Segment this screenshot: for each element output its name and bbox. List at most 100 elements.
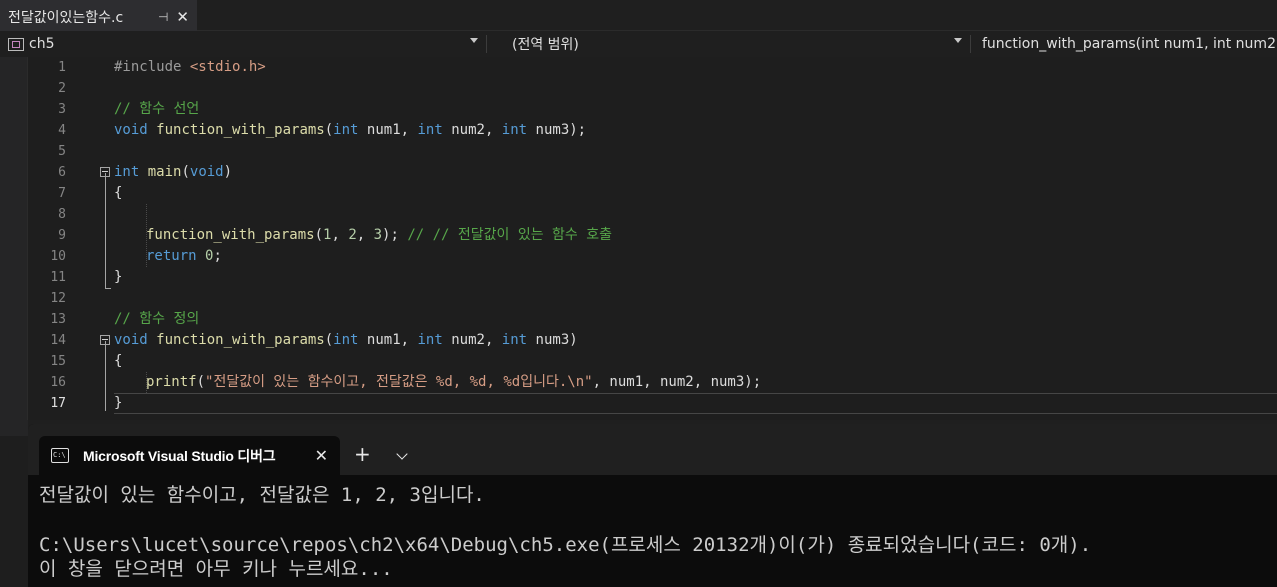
punct: )	[223, 164, 233, 180]
line-number: 10	[50, 249, 66, 264]
new-tab-icon[interactable]: +	[354, 442, 371, 466]
punct: ,	[484, 122, 502, 138]
code-line[interactable]: 6 int main(void)	[28, 162, 1277, 183]
scope-dropdown[interactable]: (전역 범위)	[488, 33, 968, 55]
line-number: 2	[58, 81, 66, 96]
punct: ,	[356, 227, 374, 243]
code-editor[interactable]: 1 #include <stdio.h> 2 3 // 함수 선언 4 void…	[0, 57, 1277, 420]
param: num3	[535, 122, 570, 138]
code-line-current[interactable]: 17 }	[28, 393, 1277, 414]
preprocessor-directive: #include	[114, 59, 182, 75]
code-line[interactable]: 16 printf("전달값이 있는 함수이고, 전달값은 %d, %d, %d…	[28, 372, 1277, 393]
indicator-margin	[0, 57, 28, 420]
close-icon[interactable]: ✕	[176, 8, 189, 26]
code-line[interactable]: 2	[28, 78, 1277, 99]
fold-guide	[105, 341, 106, 411]
navigation-bar: ch5 (전역 범위) function_with_params(int num…	[0, 31, 1277, 57]
code-line[interactable]: 12	[28, 288, 1277, 309]
punct: ,	[400, 122, 418, 138]
include-header: <stdio.h>	[189, 59, 266, 75]
punct: ,	[484, 332, 502, 348]
line-number: 8	[58, 207, 66, 222]
member-dropdown[interactable]: function_with_params(int num1, int num2,…	[972, 33, 1277, 55]
fold-guide	[105, 173, 106, 289]
code-line[interactable]: 3 // 함수 선언	[28, 99, 1277, 120]
keyword: int	[417, 332, 443, 348]
indent-guide	[146, 204, 147, 267]
code-line[interactable]: 11 }	[28, 267, 1277, 288]
code-line[interactable]: 5	[28, 141, 1277, 162]
terminal-titlebar[interactable]: C:\ Microsoft Visual Studio 디버그 ✕ +	[28, 424, 1277, 475]
chevron-down-icon[interactable]	[470, 38, 478, 43]
line-number: 13	[50, 312, 66, 327]
close-icon[interactable]: ✕	[315, 446, 328, 466]
terminal-tab-title: Microsoft Visual Studio 디버그	[83, 447, 276, 464]
arguments: , num1, num2, num3);	[592, 374, 762, 390]
code-line[interactable]: 4 void function_with_params(int num1, in…	[28, 120, 1277, 141]
document-tab[interactable]: 전달값이있는함수.c ⊣ ✕	[0, 0, 197, 31]
project-name: ch5	[29, 36, 55, 52]
number: 2	[348, 227, 357, 243]
code-text[interactable]: printf("전달값이 있는 함수이고, 전달값은 %d, %d, %d입니다…	[146, 372, 761, 393]
line-number: 5	[58, 144, 66, 159]
param: num1	[366, 122, 401, 138]
punct: ;	[213, 248, 222, 264]
punct: (	[314, 227, 324, 243]
code-text[interactable]: int main(void)	[114, 162, 232, 183]
keyword: int	[333, 122, 359, 138]
code-line[interactable]: 8	[28, 204, 1277, 225]
line-number: 11	[50, 270, 66, 285]
param: num3	[535, 332, 570, 348]
code-line[interactable]: 9 function_with_params(1, 2, 3); // // 전…	[28, 225, 1277, 246]
output-line: 이 창을 닫으려면 아무 키나 누르세요...	[39, 558, 393, 580]
function-name: main	[147, 164, 182, 180]
document-tab-name[interactable]: 전달값이있는함수.c	[8, 7, 158, 27]
string-literal: "전달값이 있는 함수이고, 전달값은 %d, %d, %d입니다.\n"	[205, 374, 593, 390]
terminal-tab[interactable]: C:\ Microsoft Visual Studio 디버그 ✕	[39, 436, 340, 475]
keyword: void	[114, 332, 148, 348]
keyword: void	[189, 164, 224, 180]
keyword: return	[146, 248, 197, 264]
punct: (	[324, 122, 334, 138]
code-line[interactable]: 10 return 0;	[28, 246, 1277, 267]
terminal-output[interactable]: 전달값이 있는 함수이고, 전달값은 1, 2, 3입니다. C:\Users\…	[28, 475, 1277, 587]
pin-icon[interactable]: ⊣	[158, 10, 168, 24]
code-text[interactable]: void function_with_params(int num1, int …	[114, 120, 586, 141]
line-number: 12	[50, 291, 66, 306]
code-text[interactable]: function_with_params(1, 2, 3); // // 전달값…	[146, 225, 612, 246]
line-number: 14	[50, 333, 66, 348]
nav-divider	[486, 35, 487, 53]
code-line[interactable]: 14 void function_with_params(int num1, i…	[28, 330, 1277, 351]
project-dropdown[interactable]: ch5	[4, 33, 484, 55]
fold-guide-end	[105, 288, 111, 289]
code-line[interactable]: 13 // 함수 정의	[28, 309, 1277, 330]
line-number: 3	[58, 102, 66, 117]
punct: (	[324, 332, 334, 348]
line-number: 9	[58, 228, 66, 243]
comment: // 함수 정의	[114, 311, 200, 327]
chevron-down-icon[interactable]	[396, 448, 408, 460]
code-line[interactable]: 15 {	[28, 351, 1277, 372]
punct: );	[382, 227, 408, 243]
punct: (	[181, 164, 190, 180]
output-line: C:\Users\lucet\source\repos\ch2\x64\Debu…	[39, 534, 1092, 556]
code-text[interactable]: return 0;	[146, 246, 222, 267]
keyword: int	[114, 164, 140, 180]
current-line-highlight	[114, 393, 1277, 414]
code-line[interactable]: 1 #include <stdio.h>	[28, 57, 1277, 78]
code-text[interactable]: void function_with_params(int num1, int …	[114, 330, 578, 351]
console-icon: C:\	[51, 448, 69, 463]
punct: ,	[400, 332, 418, 348]
line-number: 15	[50, 354, 66, 369]
debug-console-window[interactable]: C:\ Microsoft Visual Studio 디버그 ✕ + 전달값이…	[28, 424, 1277, 587]
brace: }	[114, 395, 123, 411]
nav-divider	[970, 35, 971, 53]
number: 3	[373, 227, 383, 243]
code-line[interactable]: 7 {	[28, 183, 1277, 204]
chevron-down-icon[interactable]	[954, 38, 962, 43]
punct: );	[569, 122, 587, 138]
line-number: 16	[50, 375, 66, 390]
line-number: 6	[58, 165, 66, 180]
keyword: int	[501, 122, 528, 138]
code-text[interactable]: #include <stdio.h>	[114, 57, 266, 78]
